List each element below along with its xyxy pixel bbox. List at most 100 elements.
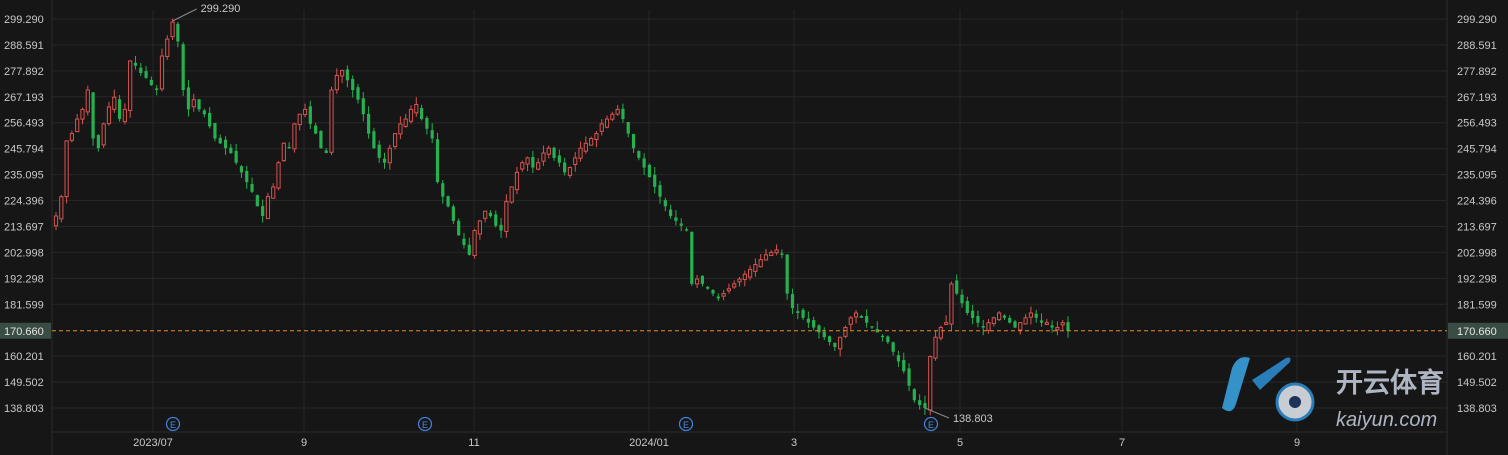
candle-body-down	[780, 253, 784, 255]
candle-body-down	[441, 183, 445, 197]
candle-body-up	[928, 356, 933, 411]
y-tick-label-right: 245.794	[1457, 144, 1497, 156]
candle-body-down	[382, 158, 387, 163]
x-tick-label: 2023/07	[133, 437, 173, 449]
candle-body-down	[923, 403, 927, 409]
y-tick-label-right: 299.290	[1457, 14, 1497, 26]
candle-body-up	[122, 108, 127, 123]
candle-body-down	[308, 106, 312, 124]
candle-body-down	[494, 214, 498, 226]
candle-body-up	[398, 123, 403, 135]
candle-body-down	[981, 326, 985, 328]
candle-body-up	[938, 327, 943, 339]
candle-body-down	[631, 133, 636, 149]
candle-body-up	[504, 200, 509, 232]
candle-body-down	[880, 335, 885, 338]
candle-body-down	[133, 62, 138, 66]
candle-body-down	[234, 150, 238, 163]
candle-body-up	[128, 60, 133, 111]
candle-body-down	[552, 147, 556, 158]
candle-body-up	[1018, 322, 1023, 331]
event-markers[interactable]: EEEE	[165, 416, 939, 432]
candle-body-up	[536, 162, 541, 170]
candle-body-up	[747, 268, 753, 278]
candle-body-up	[403, 118, 408, 127]
x-tick-label: 3	[791, 437, 797, 449]
candle-body-up	[721, 293, 726, 297]
candle-body-up	[573, 157, 578, 165]
candle-body-down	[91, 92, 95, 139]
candle-body-up	[297, 113, 302, 126]
candle-body-down	[684, 229, 689, 231]
earnings-event-marker[interactable]: E	[417, 416, 433, 432]
candle-body-up	[392, 133, 398, 148]
candle-body-down	[287, 146, 291, 149]
candle-body-down	[319, 130, 323, 149]
candle-body-down	[435, 139, 440, 183]
candle-body-down	[912, 389, 916, 401]
candle-body-down	[499, 224, 503, 231]
candle-body-down	[706, 286, 710, 289]
candle-body-down	[451, 206, 455, 221]
y-tick-label-right: 224.396	[1457, 196, 1497, 208]
candle-body-down	[679, 223, 683, 226]
candle-body-up	[483, 210, 488, 219]
candle-body-up	[159, 55, 165, 90]
candle-body-up	[732, 283, 737, 288]
candle-body-down	[430, 130, 434, 139]
earnings-event-marker[interactable]: E	[165, 416, 181, 432]
x-tick-label: 7	[1119, 437, 1125, 449]
candlestick-chart-svg[interactable]: 299.290 288.591 277.892 267.193 256.493 245.7…	[0, 0, 1508, 455]
candle-body-up	[276, 162, 281, 189]
candle-body-down	[457, 220, 461, 236]
candle-body-down	[886, 336, 890, 343]
candle-body-up	[753, 264, 758, 272]
candle-body-up	[414, 104, 419, 114]
y-tick-label-left: 202.998	[4, 247, 44, 259]
candle-body-down	[965, 301, 969, 313]
candle-body-down	[891, 342, 895, 352]
candle-body-down	[822, 331, 826, 338]
candle-body-up	[334, 74, 339, 91]
y-tick-label-left: 138.803	[4, 403, 44, 415]
candle-body-down	[637, 151, 641, 158]
logo-k-stem-icon	[1222, 357, 1250, 412]
candle-body-down	[1066, 322, 1070, 331]
earnings-event-marker[interactable]: E	[678, 416, 694, 432]
stock-chart[interactable]: 299.290 288.591 277.892 267.193 256.493 245.7…	[0, 0, 1508, 455]
candle-body-up	[165, 38, 170, 58]
candle-body-down	[716, 296, 720, 299]
candle-body-down	[345, 69, 350, 81]
candle-body-down	[208, 112, 212, 127]
candle-body-down	[806, 318, 810, 323]
candle-body-down	[229, 147, 233, 154]
candle-body-down	[446, 196, 450, 207]
y-tick-label-left: 288.591	[4, 40, 44, 52]
candle-body-up	[85, 89, 90, 113]
candle-body-down	[488, 212, 493, 217]
candle-body-down	[250, 184, 254, 192]
kaiyun-watermark: 开云体育 kaiyun.com	[1222, 357, 1444, 431]
candle-body-down	[976, 316, 980, 323]
candle-body-up	[302, 108, 308, 116]
candle-body-down	[372, 131, 376, 149]
candle-body-up	[599, 123, 604, 132]
candle-body-up	[991, 317, 996, 325]
candle-body-up	[271, 186, 276, 199]
current-price-label-left: 170.660	[4, 326, 44, 338]
x-tick-label: 2024/01	[629, 437, 669, 449]
candle-body-up	[1055, 327, 1060, 331]
candle-body-up	[80, 108, 85, 120]
candle-body-up	[112, 96, 117, 110]
earnings-event-marker[interactable]: E	[923, 416, 939, 432]
candle-body-down	[563, 162, 567, 173]
y-tick-label-right: 213.697	[1457, 221, 1497, 233]
logo-k-arm-icon	[1252, 357, 1291, 390]
candle-body-down	[144, 71, 148, 78]
candle-body-up	[59, 196, 64, 220]
candle-body-down	[139, 67, 143, 74]
candle-body-down	[462, 238, 466, 246]
y-tick-label-right: 288.591	[1457, 40, 1497, 52]
candle-body-up	[1023, 317, 1028, 325]
y-tick-label-right: 277.892	[1457, 66, 1497, 78]
